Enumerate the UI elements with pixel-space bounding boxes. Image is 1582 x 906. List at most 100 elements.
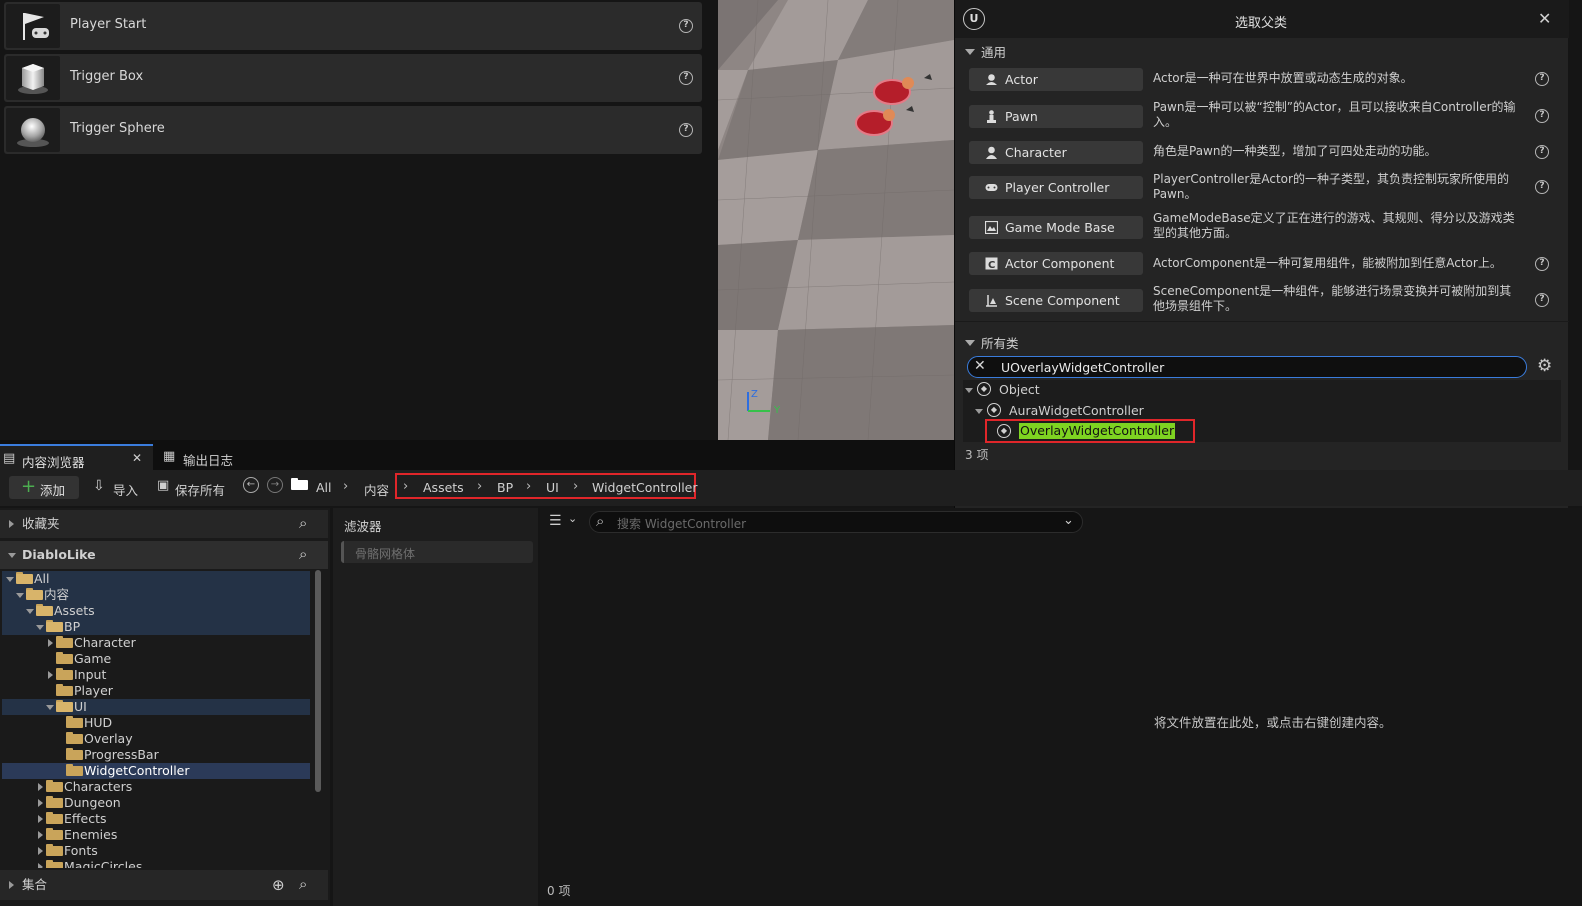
tree-item-hud[interactable]: HUD <box>2 715 310 731</box>
class-description: ActorComponent是一种可复用组件，能被附加到任意Actor上。 <box>1153 256 1502 270</box>
tree-item-characters[interactable]: Characters <box>2 779 310 795</box>
breadcrumb-widget-controller[interactable]: WidgetController <box>592 480 698 495</box>
save-all-button[interactable]: ▣ 保存所有 <box>157 476 232 499</box>
actor-item-trigger-box[interactable]: Trigger Box ? <box>4 54 702 102</box>
filter-chip-skeletal-mesh[interactable]: 骨骼网格体 <box>341 541 533 563</box>
actor-component-class-button[interactable]: C Actor Component <box>969 252 1143 275</box>
class-description: Pawn是一种可以被“控制”的Actor，且可以接收来自Controller的输… <box>1153 100 1516 129</box>
save-all-label: 保存所有 <box>175 483 226 498</box>
tree-item-effects[interactable]: Effects <box>2 811 310 827</box>
help-icon[interactable]: ? <box>1535 257 1549 271</box>
close-tab-icon[interactable]: ✕ <box>132 451 142 465</box>
scene-component-class-button[interactable]: Scene Component <box>969 289 1143 312</box>
chevron-right-icon[interactable]: › <box>343 479 348 494</box>
asset-view[interactable]: ☰ ⌄ ⌕ 搜索 WidgetController ⌄ 将文件放置在此处，或点击… <box>540 508 1582 906</box>
actor-item-player-start[interactable]: Player Start ? <box>4 2 702 50</box>
tree-item-enemies[interactable]: Enemies <box>2 827 310 843</box>
tree-item-widgetcontroller[interactable]: WidgetController <box>2 763 310 779</box>
chevron-right-icon[interactable]: › <box>477 479 482 494</box>
tree-item-bp[interactable]: BP <box>2 619 310 635</box>
tree-item-player[interactable]: Player <box>2 683 310 699</box>
folder-tree: All 内容 Assets BP Character Game Input Pl… <box>0 568 312 868</box>
save-icon: ▣ <box>157 478 170 493</box>
import-icon: ⇩ <box>93 478 105 494</box>
breadcrumb-ui[interactable]: UI <box>546 480 559 495</box>
search-icon[interactable]: ⌕ <box>299 540 307 568</box>
asset-search-input[interactable]: ⌕ 搜索 WidgetController ⌄ <box>589 511 1083 533</box>
tree-item-label: BP <box>64 619 81 634</box>
player-controller-class-button[interactable]: Player Controller <box>969 176 1143 199</box>
chevron-right-icon[interactable]: › <box>403 479 408 494</box>
content-browser-toolbar: + 添加 ⇩ 导入 ▣ 保存所有 ← → All › 内容 › Assets ›… <box>0 470 1582 506</box>
chevron-right-icon[interactable]: › <box>573 479 578 494</box>
dialog-titlebar[interactable]: U 选取父类 ✕ <box>955 0 1569 38</box>
class-button-label: Scene Component <box>1005 293 1120 308</box>
collections-header[interactable]: 集合 ⊕ ⌕ <box>0 870 328 900</box>
help-icon[interactable]: ? <box>1535 180 1549 194</box>
tree-item-input[interactable]: Input <box>2 667 310 683</box>
import-button[interactable]: ⇩ 导入 <box>93 476 143 499</box>
chevron-down-icon[interactable]: ⌄ <box>1063 513 1074 528</box>
common-section-header[interactable]: 通用 <box>965 42 1006 61</box>
forward-icon[interactable]: → <box>267 477 283 493</box>
all-classes-section-header[interactable]: 所有类 <box>965 333 1019 352</box>
tree-item-ui[interactable]: UI <box>2 699 310 715</box>
actor-item-trigger-sphere[interactable]: Trigger Sphere ? <box>4 106 702 154</box>
object-class-icon: ◆ <box>977 382 991 396</box>
tree-item-fonts[interactable]: Fonts <box>2 843 310 859</box>
clear-search-icon[interactable]: ✕ <box>974 358 986 374</box>
class-button-label: Pawn <box>1005 109 1038 124</box>
plus-icon: + <box>21 476 37 497</box>
player-start-icon <box>6 4 60 48</box>
help-icon[interactable]: ? <box>1535 72 1549 86</box>
class-search-input[interactable]: ✕ UOverlayWidgetController <box>967 356 1527 378</box>
help-icon[interactable]: ? <box>679 19 693 33</box>
tree-item-dungeon[interactable]: Dungeon <box>2 795 310 811</box>
game-mode-base-class-button[interactable]: Game Mode Base <box>969 216 1143 239</box>
chevron-down-icon[interactable]: ⌄ <box>568 512 577 525</box>
tree-item-game[interactable]: Game <box>2 651 310 667</box>
pawn-class-button[interactable]: Pawn <box>969 105 1143 128</box>
tree-item-label: Effects <box>64 811 107 826</box>
help-icon[interactable]: ? <box>1535 109 1549 123</box>
actor-component-icon: C <box>985 257 998 270</box>
close-icon[interactable]: ✕ <box>1538 9 1551 28</box>
scene-component-icon <box>986 295 997 307</box>
class-description: Actor是一种可在世界中放置或动态生成的对象。 <box>1153 71 1413 85</box>
favorites-header[interactable]: 收藏夹 ⌕ <box>0 510 328 538</box>
actor-class-button[interactable]: Actor <box>969 68 1143 91</box>
search-icon[interactable]: ⌕ <box>299 509 307 537</box>
filter-icon[interactable]: ☰ <box>549 513 562 529</box>
tree-item-content[interactable]: 内容 <box>2 587 310 603</box>
breadcrumb-assets[interactable]: Assets <box>423 480 464 495</box>
character-class-button[interactable]: Character <box>969 141 1143 164</box>
search-icon[interactable]: ⌕ <box>299 869 307 899</box>
add-button[interactable]: + 添加 <box>9 476 79 499</box>
tab-content-browser[interactable]: ▤ 内容浏览器 ✕ <box>0 444 153 470</box>
tree-scrollbar[interactable] <box>315 570 321 792</box>
tree-item-magiccircles[interactable]: MagicCircles <box>2 859 310 868</box>
tree-item-overlay[interactable]: Overlay <box>2 731 310 747</box>
breadcrumb-all[interactable]: All <box>316 480 332 495</box>
add-collection-icon[interactable]: ⊕ <box>272 870 285 900</box>
svg-text:C: C <box>988 260 995 270</box>
breadcrumb-content[interactable]: 内容 <box>364 480 389 499</box>
tab-output-log[interactable]: ▦ 输出日志 <box>160 444 270 470</box>
tree-item-character[interactable]: Character <box>2 635 310 651</box>
tree-item-all[interactable]: All <box>2 571 310 587</box>
project-header[interactable]: DiabloLike ⌕ <box>0 541 328 569</box>
level-viewport[interactable]: Y Z <box>718 0 954 440</box>
tree-item-assets[interactable]: Assets <box>2 603 310 619</box>
tree-row-overlay-widget-controller[interactable]: ◆ OverlayWidgetController <box>985 419 1195 443</box>
help-icon[interactable]: ? <box>679 123 693 137</box>
back-icon[interactable]: ← <box>243 477 259 493</box>
collections-label: 集合 <box>22 877 48 892</box>
help-icon[interactable]: ? <box>1535 145 1549 159</box>
item-count: 0 项 <box>547 884 571 898</box>
help-icon[interactable]: ? <box>679 71 693 85</box>
breadcrumb-bp[interactable]: BP <box>497 480 513 495</box>
help-icon[interactable]: ? <box>1535 293 1549 307</box>
chevron-right-icon[interactable]: › <box>526 479 531 494</box>
gear-icon[interactable]: ⚙ <box>1537 356 1552 376</box>
tree-item-progressbar[interactable]: ProgressBar <box>2 747 310 763</box>
